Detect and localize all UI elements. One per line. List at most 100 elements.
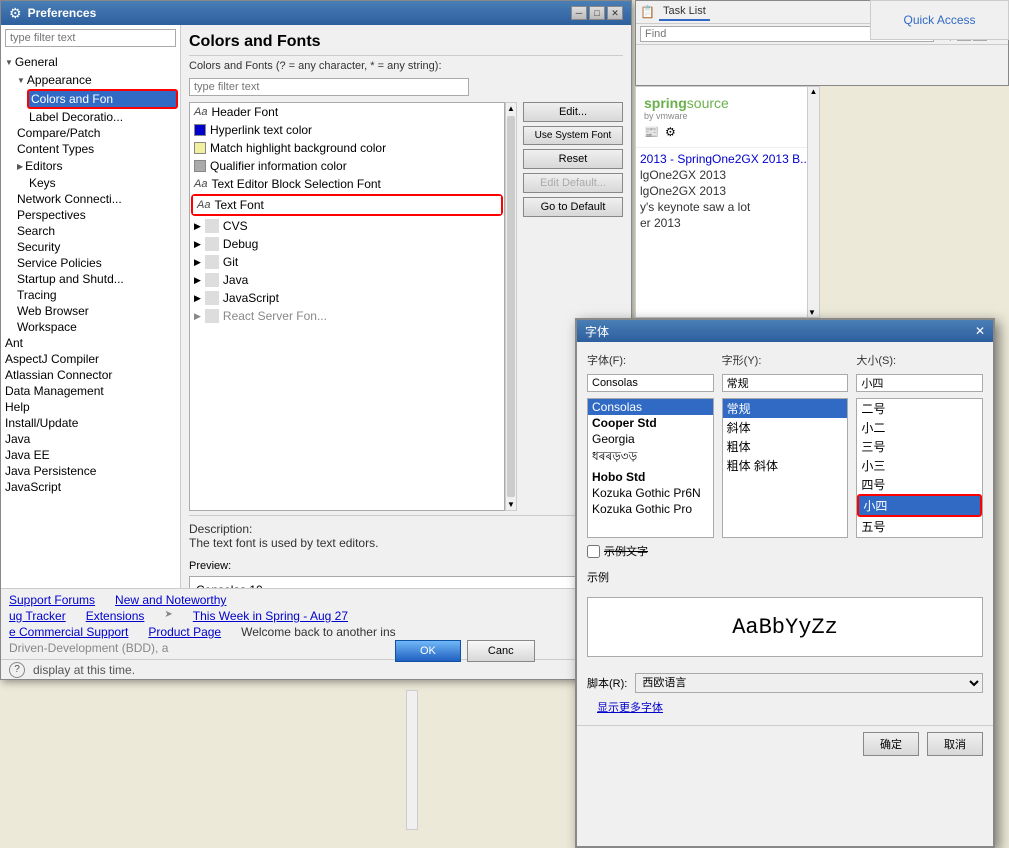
support-forums-link[interactable]: Support Forums xyxy=(9,593,95,607)
group-item-debug[interactable]: ▶ Debug xyxy=(190,235,504,253)
spring-scrollbar[interactable]: ▲ ▼ xyxy=(807,87,819,317)
new-noteworthy-link[interactable]: New and Noteworthy xyxy=(115,593,226,607)
font-list-item-kozuka1[interactable]: Kozuka Gothic Pr6N xyxy=(588,485,713,501)
font-item-text-editor-block[interactable]: Aa Text Editor Block Selection Font xyxy=(190,175,504,193)
color-item-hyperlink[interactable]: Hyperlink text color xyxy=(190,121,504,139)
size-scrollbar[interactable] xyxy=(406,690,418,830)
tree-item-tracing[interactable]: Tracing xyxy=(15,287,178,303)
tree-item-security[interactable]: Security xyxy=(15,239,178,255)
edit-button[interactable]: Edit... xyxy=(523,102,623,122)
font-size-input[interactable] xyxy=(856,374,983,392)
group-item-java[interactable]: ▶ Java xyxy=(190,271,504,289)
style-item-italic[interactable]: 斜体 xyxy=(723,418,848,437)
this-week-link[interactable]: This Week in Spring - Aug 27 xyxy=(193,609,348,623)
tree-item-javascript[interactable]: JavaScript xyxy=(3,479,178,495)
size-item-4[interactable]: 四号 xyxy=(857,475,982,494)
tree-item-java[interactable]: Java xyxy=(3,431,178,447)
group-item-cvs[interactable]: ▶ CVS xyxy=(190,217,504,235)
spring-item-1[interactable]: 2013 - SpringOne2GX 2013 B... xyxy=(640,152,815,166)
font-list-item-special[interactable]: ধৰৰড়৩ড় xyxy=(588,447,713,469)
extensions-link[interactable]: Extensions xyxy=(86,609,145,623)
size-item-x4[interactable]: 小四 xyxy=(857,494,982,517)
use-system-font-button[interactable]: Use System Font xyxy=(523,126,623,145)
tree-item-java-ee[interactable]: Java EE xyxy=(3,447,178,463)
tree-item-aspectj[interactable]: AspectJ Compiler xyxy=(3,351,178,367)
expand-arrow: ▶ xyxy=(194,293,201,304)
edit-default-button[interactable]: Edit Default... xyxy=(523,173,623,193)
color-item-match-highlight[interactable]: Match highlight background color xyxy=(190,139,504,157)
tree-item-colors-fonts[interactable]: Colors and Fon xyxy=(27,89,178,109)
scroll-up[interactable]: ▲ xyxy=(506,103,516,114)
size-item-2[interactable]: 二号 xyxy=(857,399,982,418)
font-list-item-georgia[interactable]: Georgia xyxy=(588,431,713,447)
style-item-bold-italic[interactable]: 粗体 斜体 xyxy=(723,456,848,475)
reset-button[interactable]: Reset xyxy=(523,149,623,169)
colors-filter-input[interactable] xyxy=(189,78,469,96)
tree-item-ant[interactable]: Ant xyxy=(3,335,178,351)
tree-item-content-types[interactable]: Content Types xyxy=(15,141,178,157)
group-item-partial[interactable]: ▶ React Server Fon... xyxy=(190,307,504,325)
font-list-item-kozuka2[interactable]: Kozuka Gothic Pro xyxy=(588,501,713,517)
task-list-tab[interactable]: Task List xyxy=(659,3,710,21)
script-select[interactable]: 西欧语言 xyxy=(635,673,983,693)
tree-item-help[interactable]: Help xyxy=(3,399,178,415)
group-item-git[interactable]: ▶ Git xyxy=(190,253,504,271)
tree-item-java-persistence[interactable]: Java Persistence xyxy=(3,463,178,479)
tree-item-compare-patch[interactable]: Compare/Patch xyxy=(15,125,178,141)
tree-item-install[interactable]: Install/Update xyxy=(3,415,178,431)
list-scrollbar[interactable]: ▲ ▼ xyxy=(505,102,517,511)
tree-item-data-mgmt[interactable]: Data Management xyxy=(3,383,178,399)
tree-item-label-decorations[interactable]: Label Decoratio... xyxy=(27,109,178,125)
commercial-support-link[interactable]: e Commercial Support xyxy=(9,625,128,639)
preferences-body: ▼ General ▼ Appearance Colors and Fon xyxy=(1,25,631,679)
scroll-down-btn[interactable]: ▼ xyxy=(808,308,816,317)
show-more-fonts-link[interactable]: 显示更多字体 xyxy=(587,702,663,714)
task-list-icon: 📋 xyxy=(640,5,655,19)
tree-item-atlassian[interactable]: Atlassian Connector xyxy=(3,367,178,383)
tree-item-service-policies[interactable]: Service Policies xyxy=(15,255,178,271)
style-item-bold[interactable]: 粗体 xyxy=(723,437,848,456)
issue-tracker-link[interactable]: ug Tracker xyxy=(9,609,66,623)
scroll-down[interactable]: ▼ xyxy=(506,499,516,510)
font-list-item-hobo[interactable]: Hobo Std xyxy=(588,469,713,485)
group-item-javascript[interactable]: ▶ JavaScript xyxy=(190,289,504,307)
tree-item-search[interactable]: Search xyxy=(15,223,178,239)
tree-item-appearance[interactable]: ▼ Appearance xyxy=(15,71,178,89)
colors-list-area: Aa Header Font Hyperlink text color Matc… xyxy=(189,102,623,511)
cancel-button[interactable]: Canc xyxy=(467,640,535,662)
tree-filter-input[interactable] xyxy=(5,29,176,47)
color-item-qualifier[interactable]: Qualifier information color xyxy=(190,157,504,175)
font-item-header[interactable]: Aa Header Font xyxy=(190,103,504,121)
aa-icon: Aa xyxy=(194,106,207,118)
minimize-button[interactable]: ─ xyxy=(571,6,587,20)
font-ok-button[interactable]: 确定 xyxy=(863,732,919,756)
style-item-regular[interactable]: 常规 xyxy=(723,399,848,418)
font-dialog-close[interactable]: ✕ xyxy=(975,324,985,338)
go-to-default-button[interactable]: Go to Default xyxy=(523,197,623,217)
close-button[interactable]: ✕ xyxy=(607,6,623,20)
product-page-link[interactable]: Product Page xyxy=(148,625,221,639)
tree-item-editors[interactable]: ▶ Editors xyxy=(15,157,178,175)
tree-item-keys[interactable]: Keys xyxy=(15,175,178,191)
font-cancel-button[interactable]: 取消 xyxy=(927,732,983,756)
maximize-button[interactable]: □ xyxy=(589,6,605,20)
tree-item-perspectives[interactable]: Perspectives xyxy=(15,207,178,223)
size-item-5[interactable]: 五号 xyxy=(857,517,982,536)
ok-button[interactable]: OK xyxy=(395,640,461,662)
tree-item-web-browser[interactable]: Web Browser xyxy=(15,303,178,319)
tree-item-general[interactable]: ▼ General xyxy=(3,53,178,71)
tree-item-network[interactable]: Network Connecti... xyxy=(15,191,178,207)
font-style-input[interactable] xyxy=(722,374,849,392)
font-list-item-consolas[interactable]: Consolas xyxy=(588,399,713,415)
strikethrough-checkbox[interactable] xyxy=(587,545,600,558)
help-icon[interactable]: ? xyxy=(9,662,25,678)
tree-item-startup[interactable]: Startup and Shutd... xyxy=(15,271,178,287)
size-item-3[interactable]: 三号 xyxy=(857,437,982,456)
scroll-up-btn[interactable]: ▲ xyxy=(808,87,819,96)
font-item-text-font[interactable]: Aa Text Font xyxy=(191,194,503,216)
size-item-x2[interactable]: 小二 xyxy=(857,418,982,437)
font-list-item-cooper[interactable]: Cooper Std xyxy=(588,415,713,431)
size-item-x3[interactable]: 小三 xyxy=(857,456,982,475)
font-name-input[interactable] xyxy=(587,374,714,392)
tree-item-workspace[interactable]: Workspace xyxy=(15,319,178,335)
